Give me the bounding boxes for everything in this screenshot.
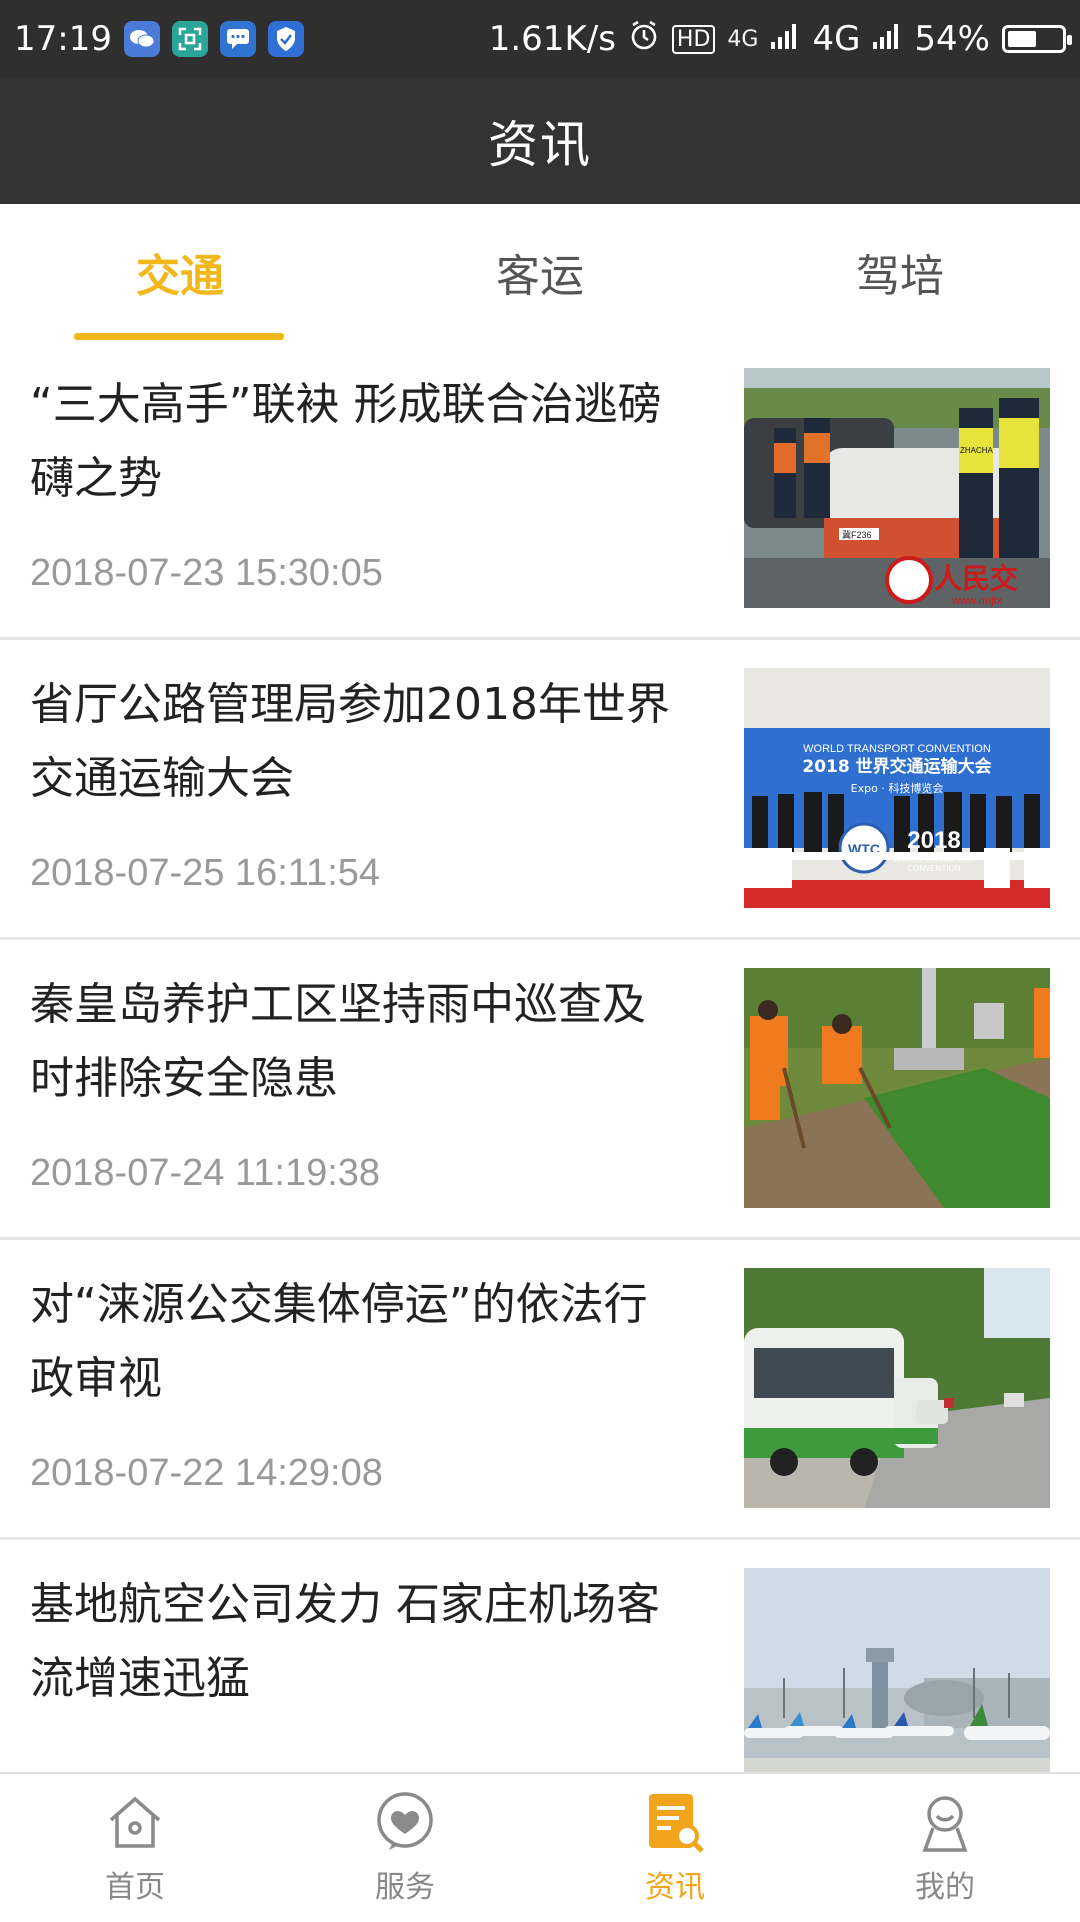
news-item[interactable]: 对“涞源公交集体停运”的依法行政审视 2018-07-22 14:29:08 xyxy=(0,1240,1080,1540)
vest-text: ZHACHA xyxy=(960,446,994,455)
nav-service[interactable]: 服务 xyxy=(270,1774,540,1922)
tab-passenger[interactable]: 客运 xyxy=(360,204,720,340)
profile-icon xyxy=(922,1796,968,1852)
news-item[interactable]: 省厅公路管理局参加2018年世界交通运输大会 2018-07-25 16:11:… xyxy=(0,640,1080,940)
news-thumbnail xyxy=(744,1268,1050,1508)
news-thumbnail: WORLD TRANSPORT CONVENTION 2018 世界交通运输大会… xyxy=(744,668,1050,908)
shield-icon xyxy=(267,21,304,57)
network-speed: 1.61K/s xyxy=(488,19,616,59)
news-list: “三大高手”联袂 形成联合治逃磅礴之势 2018-07-23 15:30:05 … xyxy=(0,340,1080,1772)
battery-percent: 54% xyxy=(914,19,990,59)
network-type: 4G xyxy=(812,19,861,59)
bottom-navigation: 首页 服务 资讯 我的 xyxy=(0,1772,1080,1922)
banner-line3: Expo · 科技博览会 xyxy=(851,781,944,795)
wtc-sub2: CONVENTION xyxy=(907,864,961,873)
signal-icon-2 xyxy=(872,19,902,59)
alarm-icon xyxy=(628,19,660,60)
tab-label: 驾培 xyxy=(856,251,944,302)
news-time: 2018-07-23 15:30:05 xyxy=(30,552,383,594)
page-title: 资讯 xyxy=(488,116,592,174)
nav-label: 服务 xyxy=(375,1870,435,1905)
logo-text: 人民交 xyxy=(934,562,1018,595)
status-time: 17:19 xyxy=(14,19,112,59)
banner-line2: 2018 世界交通运输大会 xyxy=(802,756,991,777)
news-time: 2018-07-24 11:19:38 xyxy=(30,1152,381,1194)
banner-line1: WORLD TRANSPORT CONVENTION xyxy=(803,743,991,755)
plate-text: 冀F236 xyxy=(842,529,872,540)
nav-label: 首页 xyxy=(105,1870,165,1905)
tab-label: 客运 xyxy=(496,251,584,302)
nav-profile[interactable]: 我的 xyxy=(810,1774,1080,1922)
signal-small-label: 4G xyxy=(727,26,759,52)
tab-traffic[interactable]: 交通 xyxy=(0,204,360,340)
news-thumbnail: 冀F236 ZHACHA 人民交 www.rmjtx xyxy=(744,368,1050,608)
scan-icon xyxy=(171,21,208,57)
news-item[interactable]: “三大高手”联袂 形成联合治逃磅礴之势 2018-07-23 15:30:05 … xyxy=(0,340,1080,640)
tab-driving-training[interactable]: 驾培 xyxy=(720,204,1080,340)
news-item[interactable]: 基地航空公司发力 石家庄机场客流增速迅猛 xyxy=(0,1540,1080,1772)
category-tabs: 交通 客运 驾培 xyxy=(0,204,1080,340)
news-title: 秦皇岛养护工区坚持雨中巡查及时排除安全隐患 xyxy=(30,979,646,1104)
service-icon xyxy=(377,1792,433,1850)
nav-news[interactable]: 资讯 xyxy=(540,1774,810,1922)
home-icon xyxy=(109,1796,161,1848)
status-bar: 17:19 1.61K/s HD 4G 4G 54% xyxy=(0,0,1080,78)
logo-url: www.rmjtx xyxy=(951,595,1003,607)
news-time: 2018-07-25 16:11:54 xyxy=(30,852,381,894)
news-thumbnail xyxy=(744,1568,1050,1772)
news-thumbnail xyxy=(744,968,1050,1208)
hd-badge: HD xyxy=(671,24,716,54)
nav-label: 我的 xyxy=(915,1870,975,1905)
wtc-year: 2018 xyxy=(907,827,960,854)
wechat-icon xyxy=(123,21,160,57)
battery-icon xyxy=(1002,25,1072,53)
signal-icon-1 xyxy=(770,19,800,59)
news-title: 省厅公路管理局参加2018年世界交通运输大会 xyxy=(30,679,670,804)
status-left: 17:19 xyxy=(14,19,304,59)
news-time: 2018-07-22 14:29:08 xyxy=(30,1452,383,1494)
news-item[interactable]: 秦皇岛养护工区坚持雨中巡查及时排除安全隐患 2018-07-24 11:19:3… xyxy=(0,940,1080,1240)
status-right: 1.61K/s HD 4G 4G 54% xyxy=(488,19,1072,60)
news-icon xyxy=(649,1794,704,1853)
nav-home[interactable]: 首页 xyxy=(0,1774,270,1922)
news-title: “三大高手”联袂 形成联合治逃磅礴之势 xyxy=(30,379,662,504)
news-title: 基地航空公司发力 石家庄机场客流增速迅猛 xyxy=(30,1579,660,1704)
news-title: 对“涞源公交集体停运”的依法行政审视 xyxy=(30,1279,648,1404)
message-icon xyxy=(219,21,256,57)
tab-label: 交通 xyxy=(136,251,224,302)
battery-fill xyxy=(1008,31,1037,47)
page-title-bar: 资讯 xyxy=(0,78,1080,204)
nav-label: 资讯 xyxy=(645,1870,705,1905)
